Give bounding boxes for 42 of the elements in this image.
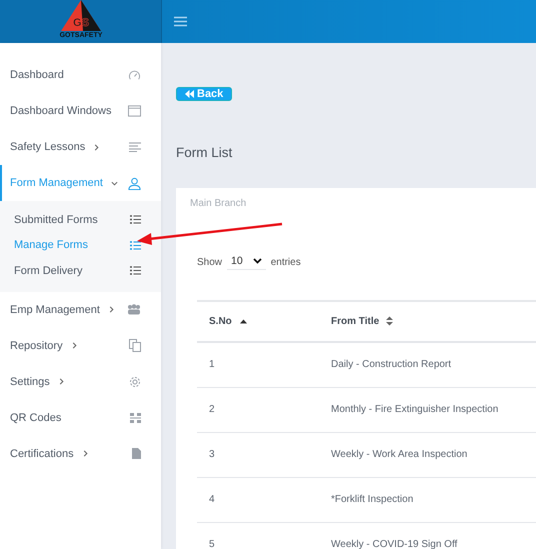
window-icon <box>128 105 141 117</box>
entries-select[interactable]: 10 <box>227 255 266 270</box>
gauge-icon <box>128 68 141 82</box>
show-label: Show <box>197 257 222 268</box>
submenu-item[interactable]: Form Delivery <box>0 258 161 284</box>
sidebar-item[interactable]: Dashboard Windows <box>0 93 161 129</box>
qr-code-icon <box>130 412 141 422</box>
table-cell: 2 <box>197 387 319 432</box>
user-icon <box>128 176 141 190</box>
page-title: Form List <box>176 145 234 160</box>
list-icon <box>130 240 141 250</box>
branch-label: Main Branch <box>190 198 248 209</box>
menu-icon[interactable] <box>174 16 187 27</box>
entries-label: entries <box>270 257 301 268</box>
copy-icon <box>129 339 141 352</box>
table-cell: Monthly - Fire Extinguisher Inspection <box>319 387 536 432</box>
table-cell: 1 <box>197 342 319 387</box>
sidebar-item[interactable]: Repository <box>0 328 161 364</box>
sidebar-item[interactable]: Settings <box>0 364 161 400</box>
list-icon <box>130 266 141 276</box>
users-icon <box>127 304 141 315</box>
sidebar-item[interactable]: QR Codes <box>0 400 161 436</box>
sidebar-item[interactable]: Certifications <box>0 436 161 472</box>
sidebar-item[interactable]: Safety Lessons <box>0 129 161 165</box>
table-cell: *Forklift Inspection <box>319 477 536 522</box>
table-cell: Weekly - Work Area Inspection <box>319 432 536 477</box>
table-cell: 5 <box>197 522 319 549</box>
gear-icon <box>129 376 141 388</box>
table-cell: 3 <box>197 432 319 477</box>
table-cell: Weekly - COVID-19 Sign Off <box>319 522 536 549</box>
sidebar-item[interactable]: Dashboard <box>0 57 161 93</box>
submenu-item[interactable]: Submitted Forms <box>0 207 161 232</box>
document-icon <box>132 448 141 459</box>
sidebar-item[interactable]: Emp Management <box>0 292 161 328</box>
caret-icon <box>252 258 262 264</box>
column-header[interactable]: From Title <box>319 301 536 342</box>
column-header[interactable]: S.No <box>197 301 319 342</box>
lines-icon <box>129 142 141 152</box>
rewind-icon <box>185 90 194 98</box>
table-cell: Daily - Construction Report <box>319 342 536 387</box>
table-cell: 4 <box>197 477 319 522</box>
list-icon <box>130 215 141 224</box>
